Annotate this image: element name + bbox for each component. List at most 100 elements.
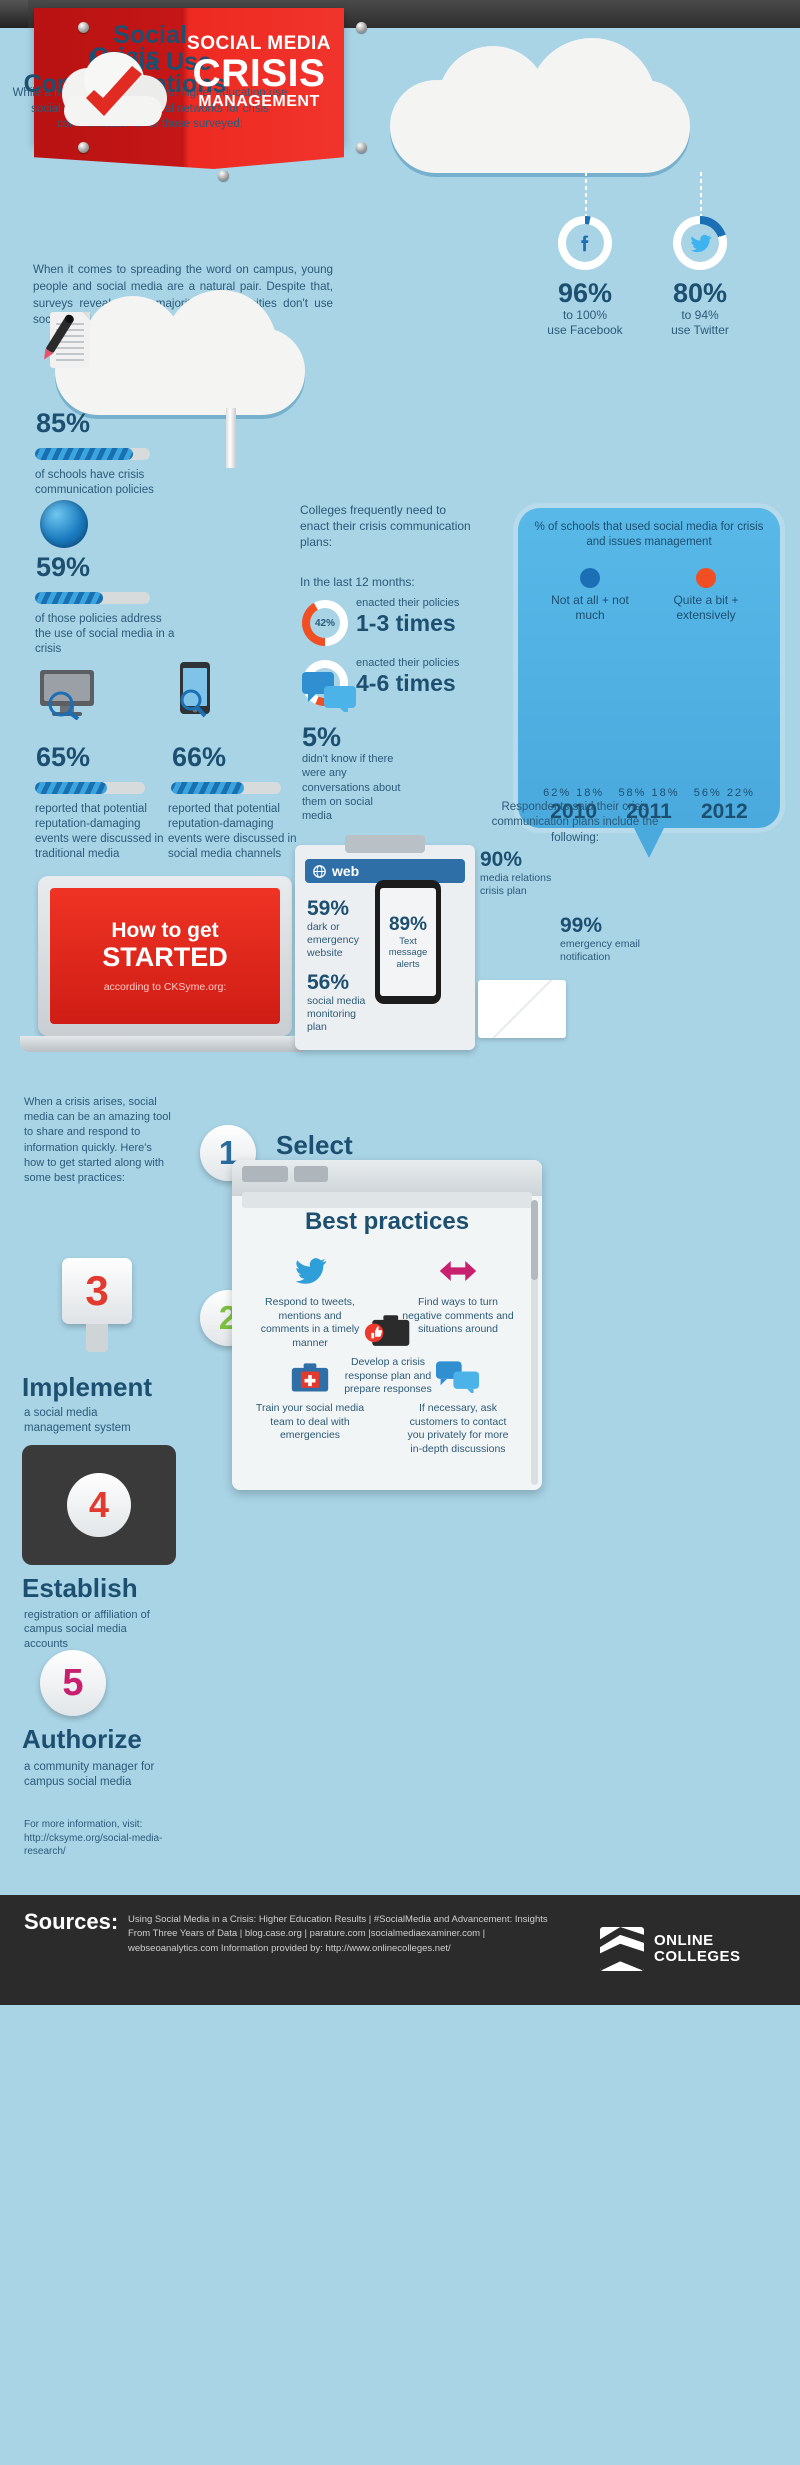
browser-toolbar [242, 1192, 532, 1208]
facebook-caption: to 100% use Facebook [525, 308, 645, 339]
enact-row-2-large: 4-6 times [356, 670, 456, 696]
globe-icon [313, 864, 326, 878]
last-12-months-label: In the last 12 months: [300, 575, 415, 589]
legend-dot-series-2 [696, 568, 716, 588]
respondents-note: Respondents said their crisis communicat… [491, 801, 659, 844]
twitter-bird-icon [254, 1250, 366, 1292]
donut-chart-42: 42% [302, 600, 348, 646]
stat-5-percent: 5% [302, 722, 342, 752]
sources-label: Sources: [24, 1909, 119, 1934]
twitter-caption-line2: use Twitter [671, 323, 729, 338]
dark-site-percent: 59% [307, 897, 350, 920]
facebook-percent: 96% [557, 278, 613, 308]
step-5-number: 5 [40, 1650, 106, 1716]
chat-bubbles-icon [402, 1356, 514, 1398]
sources-text: Using Social Media in a Crisis: Higher E… [128, 1914, 548, 1954]
footer: Sources: Using Social Media in a Crisis:… [0, 1895, 800, 2005]
phone-screen: 89% Text message alerts [380, 888, 436, 996]
text-alerts-percent: 89% [388, 913, 428, 935]
enact-row-2-small: enacted their policies [356, 657, 460, 669]
logo-line1: ONLINE [654, 1932, 714, 1950]
monitoring-text: social media monitoring plan [307, 995, 366, 1034]
best-practices-window: Best practices Respond to tweets, mentio… [232, 1160, 542, 1490]
stat-66-percent: 66% [172, 742, 227, 772]
screw-icon [78, 22, 89, 33]
chart-title: % of schools that used social media for … [534, 521, 764, 549]
laptop-lid: How to get STARTED according to CKSyme.o… [38, 876, 292, 1036]
stat-85-text: of schools have crisis communication pol… [35, 469, 154, 496]
browser-tab[interactable] [242, 1166, 288, 1182]
browser-chrome [232, 1160, 542, 1196]
stat-85-bar [35, 448, 150, 460]
stat-65-percent: 65% [36, 742, 91, 772]
dark-site-text: dark or emergency website [307, 921, 359, 960]
twitter-icon [681, 224, 719, 262]
chart-values-2011: 58% 18% [618, 787, 680, 799]
facebook-ring-chart [558, 216, 612, 270]
chart-year-2012: 2012 [700, 800, 748, 823]
step-4-title: Establish [22, 1573, 138, 1603]
step-3-stem [86, 1324, 108, 1352]
facebook-caption-line1: to 100% [562, 308, 608, 322]
chart-xlabel-2012: 56% 22% 2012 [687, 787, 762, 824]
facebook-icon [566, 224, 604, 262]
online-colleges-logo: ONLINE COLLEGES [600, 1925, 780, 1973]
scrollbar[interactable] [531, 1200, 538, 1485]
document-pen-icon [38, 310, 94, 372]
step-4-sub: registration or affiliation of campus so… [24, 1609, 150, 1650]
connector-dashed-line [700, 172, 702, 218]
step-5-title: Authorize [22, 1724, 142, 1754]
connector-dashed-line [585, 172, 587, 218]
laptop-base [20, 1036, 310, 1052]
best-practice-text: If necessary, ask customers to contact y… [407, 1402, 509, 1455]
stat-85-percent: 85% [36, 408, 91, 438]
briefcase-thumbsup-icon [332, 1310, 444, 1352]
enact-row-1-small: enacted their policies [356, 597, 460, 609]
best-practice-item: Train your social media team to deal wit… [254, 1356, 366, 1443]
media-relations-percent: 90% [480, 848, 523, 871]
first-aid-kit-icon [254, 1356, 366, 1398]
laptop-line2: STARTED [102, 941, 228, 972]
step-5-sub: a community manager for campus social me… [24, 1761, 155, 1788]
best-practices-title: Best practices [304, 1208, 470, 1235]
best-practice-text: Train your social media team to deal wit… [255, 1402, 365, 1442]
header-line1: SOCIAL MEDIA [187, 33, 331, 54]
emergency-email-text: emergency email notification [560, 938, 640, 964]
web-label: web [332, 863, 360, 879]
header-title: SOCIAL MEDIA CRISIS MANAGEMENT [175, 34, 343, 110]
cloud-body [390, 80, 690, 173]
chart-values-2010: 62% 18% [543, 787, 605, 799]
twitter-percent: 80% [672, 278, 728, 308]
browser-tab[interactable] [294, 1166, 328, 1182]
logo-text: ONLINE COLLEGES [654, 1933, 741, 1965]
crisis-arises-text: When a crisis arises, social media can b… [24, 1096, 171, 1184]
social-media-use-cloud [390, 38, 690, 173]
enact-row-1-large: 1-3 times [356, 610, 456, 636]
more-info-text: For more information, visit: http://cksy… [24, 1819, 163, 1857]
media-relations-text: media relations crisis plan [480, 872, 552, 898]
stat-66-text: reported that potential reputation-damag… [168, 803, 297, 860]
stat-66-bar [171, 782, 281, 794]
infographic-page: SOCIAL MEDIA CRISIS MANAGEMENT Social Med… [0, 0, 800, 2465]
mobile-search-icon [178, 662, 212, 720]
stat-59-bar [35, 592, 150, 604]
step-1-title: Select [276, 1130, 353, 1160]
laptop-screen: How to get STARTED according to CKSyme.o… [50, 888, 280, 1024]
bar-chart-panel: % of schools that used social media for … [518, 508, 780, 858]
header-line2: CRISIS [192, 52, 326, 95]
double-arrow-icon [402, 1250, 514, 1292]
logo-mark-icon [600, 1927, 644, 1971]
step-3-number: 3 [62, 1258, 132, 1324]
step-4-number: 4 [67, 1473, 131, 1537]
stat-65-text: reported that potential reputation-damag… [35, 803, 164, 860]
monitor-search-icon [38, 668, 104, 721]
emergency-email-percent: 99% [560, 914, 603, 937]
enact-intro-text: Colleges frequently need to enact their … [300, 503, 471, 549]
best-practice-item: If necessary, ask customers to contact y… [402, 1356, 514, 1457]
cloud-check-icon [48, 52, 178, 134]
chart-bars [536, 610, 762, 770]
globe-network-icon [40, 500, 88, 548]
stat-5-text: didn't know if there were any conversati… [302, 753, 401, 823]
laptop-graphic: How to get STARTED according to CKSyme.o… [20, 876, 310, 1066]
screw-icon [218, 170, 229, 181]
